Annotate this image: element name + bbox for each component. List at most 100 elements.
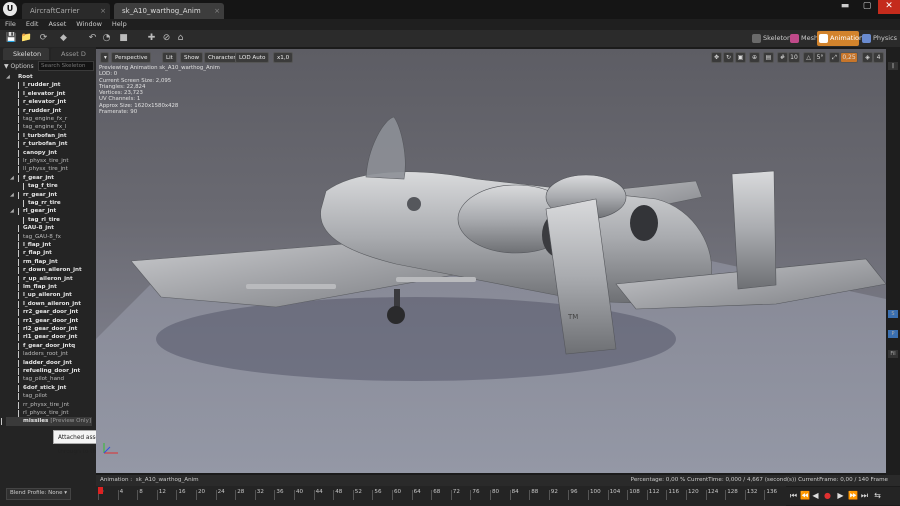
tree-row[interactable]: tag_engine_fx_r [17, 115, 67, 124]
panel-tab-s[interactable]: S [888, 310, 898, 318]
expand-arrow-icon[interactable]: ◢ [6, 73, 10, 81]
tab-aircraft-carrier[interactable]: AircraftCarrier × [22, 3, 110, 19]
tree-row[interactable]: tag_pilot_hand [17, 375, 64, 384]
tree-row[interactable]: r_elevator_jnt [17, 98, 66, 107]
tab-skeleton[interactable]: Skeleton [3, 48, 49, 60]
tree-row[interactable]: l_flap_jnt [17, 241, 51, 250]
tree-row[interactable]: rr2_gear_door_jnt [17, 308, 78, 317]
tree-row[interactable]: rr1_gear_door_jnt [17, 317, 78, 325]
menu-asset[interactable]: Asset [43, 19, 71, 30]
tree-row[interactable]: tag_rl_tire [23, 216, 60, 225]
mode-animation[interactable]: Animation [817, 31, 863, 46]
perspective-button[interactable]: Perspective [111, 52, 152, 63]
tree-row[interactable]: lm_flap_jnt [18, 283, 57, 292]
tab-asset-details[interactable]: Asset D [51, 48, 96, 60]
close-icon[interactable]: × [214, 3, 220, 19]
camera-speed-value[interactable]: 4 [873, 52, 884, 63]
expand-arrow-icon[interactable]: ◢ [10, 174, 14, 182]
rotation-snap-value[interactable]: 5° [814, 52, 826, 63]
playhead-marker[interactable] [98, 487, 103, 494]
playback-speed-button[interactable]: x1,0 [273, 52, 294, 63]
tree-row[interactable]: tag_engine_fx_l [17, 123, 66, 132]
tree-row[interactable]: canopy_jnt [18, 149, 57, 157]
browse-icon[interactable]: 📁 [20, 32, 33, 44]
grid-snap-value[interactable]: 10 [788, 52, 800, 63]
tree-row[interactable]: ladder_door_jnt [18, 359, 72, 367]
tab-warthog-anim[interactable]: sk_A10_warthog_Anim × [114, 3, 224, 19]
preview-mesh-icon[interactable]: ◆ [57, 32, 70, 44]
tree-row[interactable]: r_up_aileron_jnt [18, 275, 73, 283]
jump-start-icon[interactable]: ⏮ [789, 491, 798, 501]
jump-end-icon[interactable]: ⏭ [860, 491, 869, 501]
menu-file[interactable]: File [0, 19, 21, 30]
lod-auto-button[interactable]: LOD Auto [235, 52, 270, 63]
blend-profile-dropdown[interactable]: Blend Profile: None ▾ [6, 488, 71, 500]
record-icon[interactable]: ● [823, 491, 832, 501]
minimize-icon[interactable]: ▬ [834, 0, 856, 14]
tree-row[interactable]: GAU-8_jnt [18, 224, 54, 233]
tree-row[interactable]: l_elevator_jnt [17, 90, 65, 99]
expand-arrow-icon[interactable]: ◢ [10, 207, 14, 215]
options-button[interactable]: ▼ Options [4, 62, 34, 71]
tree-row[interactable]: r_turbofan_jnt [17, 140, 67, 149]
tree-row[interactable]: ladders_root_jnt [18, 350, 68, 359]
world-icon[interactable]: ⊕ [749, 52, 760, 63]
tree-row[interactable]: lr_physx_tire_jnt [18, 157, 69, 166]
mode-physics[interactable]: Physics [860, 31, 898, 46]
reimport-icon[interactable]: ⟳ [37, 32, 50, 44]
close-icon[interactable]: × [100, 3, 106, 19]
translate-icon[interactable]: ✥ [711, 52, 722, 63]
tree-row[interactable]: r_flap_jnt [18, 249, 52, 258]
scale-snap-value[interactable]: 0,25 [840, 52, 858, 63]
lit-button[interactable]: Lit [162, 52, 177, 63]
viewport-menu-icon[interactable]: ▾ [100, 52, 109, 63]
surface-snap-icon[interactable]: ▤ [763, 52, 774, 63]
tree-row[interactable]: rm_flap_jnt [18, 258, 58, 267]
tree-row[interactable]: l_rudder_jnt [17, 81, 60, 90]
tree-row[interactable]: ◢ f_gear_jnt [10, 174, 54, 183]
tree-row[interactable]: tag_rr_tire [23, 199, 61, 208]
maximize-icon[interactable]: ▢ [856, 0, 878, 14]
tree-row[interactable]: rl_physx_tire_jnt [18, 409, 69, 418]
tree-row[interactable]: rl2_gear_door_jnt [17, 325, 77, 334]
export-icon[interactable]: ⌂ [174, 32, 187, 44]
menu-help[interactable]: Help [107, 19, 132, 30]
history-icon[interactable]: ◔ [100, 32, 113, 44]
skeleton-search-input[interactable] [38, 61, 94, 71]
camera-speed-icon[interactable]: ◈ [862, 52, 873, 63]
tree-row[interactable]: rr_physx_tire_jnt [17, 401, 69, 409]
tree-row[interactable]: ◢ rr_gear_jnt [10, 191, 57, 199]
loop-icon[interactable]: ⇆ [873, 491, 882, 501]
tree-row[interactable]: f_gear_door_jntq [17, 342, 75, 351]
expand-arrow-icon[interactable]: ◢ [10, 191, 14, 199]
tree-row[interactable]: missiles [Preview Only] [1, 417, 92, 426]
tree-row[interactable]: refueling_door_jnt [17, 367, 80, 376]
tree-row[interactable]: l_up_aileron_jnt [18, 291, 72, 300]
show-button[interactable]: Show [180, 52, 204, 63]
rotation-snap-icon[interactable]: △ [803, 52, 814, 63]
tree-row[interactable]: ◢ rl_gear_jnt [10, 207, 56, 216]
tree-row[interactable]: tag_f_tire [23, 182, 58, 191]
play-reverse-icon[interactable]: ◀ [811, 491, 820, 501]
camera-icon[interactable]: ■ [117, 32, 130, 44]
tree-row[interactable]: r_down_aileron_jnt [18, 266, 82, 275]
tree-row[interactable]: r_rudder_jnt [17, 107, 61, 115]
scale-snap-icon[interactable]: ⤢ [829, 52, 840, 63]
mode-mesh[interactable]: Mesh [788, 31, 818, 46]
tree-row[interactable]: rl1_gear_door_jnt [17, 333, 77, 342]
close-window-icon[interactable]: ✕ [878, 0, 900, 14]
step-forward-icon[interactable]: ⏩ [848, 491, 858, 501]
panel-collapse-icon[interactable]: ‖ [888, 62, 898, 70]
tree-row[interactable]: tag_pilot [17, 392, 47, 401]
scale-icon[interactable]: ▣ [735, 52, 746, 63]
tree-row[interactable]: ll_physx_tire_jnt [18, 165, 68, 174]
rotate-icon[interactable]: ↻ [723, 52, 734, 63]
add-icon[interactable]: ✚ [145, 32, 158, 44]
grid-snap-icon[interactable]: # [777, 52, 788, 63]
panel-tab-fil[interactable]: Fil [888, 350, 898, 358]
play-icon[interactable]: ▶ [836, 491, 845, 501]
record-icon[interactable]: ⊘ [160, 32, 173, 44]
panel-tab-p[interactable]: P [888, 330, 898, 338]
tree-row[interactable]: l_turbofan_jnt [18, 132, 67, 141]
tree-row[interactable]: l_down_aileron_jnt [18, 300, 81, 309]
